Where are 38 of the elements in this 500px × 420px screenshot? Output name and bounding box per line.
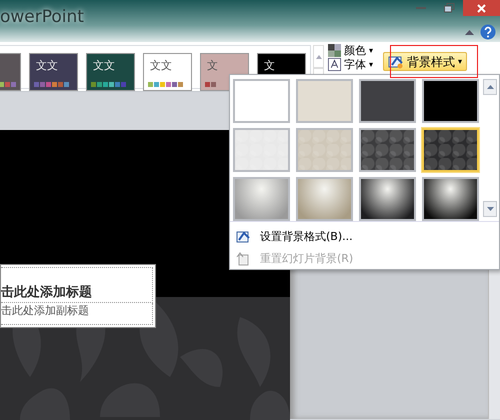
theme-sample-text: 文文 — [149, 58, 173, 71]
theme-sample-text: 文文 — [35, 58, 59, 71]
colors-button[interactable]: 颜色 ▾ — [328, 44, 374, 57]
scroll-up-icon — [316, 54, 322, 58]
background-style-option[interactable] — [422, 79, 479, 123]
title-placeholder-text: 击此处添加标题 — [1, 284, 92, 302]
color-grid-icon — [328, 44, 341, 57]
scroll-up-icon — [486, 85, 494, 89]
background-styles-button[interactable]: 背景样式 ▾ — [383, 52, 468, 71]
font-sample-icon — [328, 58, 341, 71]
title-placeholder[interactable]: 击此处添加标题 击此处添加副标题 — [0, 264, 156, 328]
reset-icon — [236, 252, 250, 266]
scroll-down-icon — [486, 207, 494, 211]
help-icon[interactable] — [480, 24, 496, 40]
theme-sample-text: 文 — [206, 58, 219, 71]
theme-sample-text: 文文 — [92, 58, 116, 71]
background-style-option[interactable] — [359, 177, 416, 221]
gallery-up-button[interactable] — [313, 45, 324, 68]
format-background-icon — [236, 230, 250, 244]
menu-item[interactable]: 设置背景格式(B)... — [230, 226, 499, 248]
background-style-option[interactable] — [422, 177, 479, 221]
minimize-icon — [416, 6, 426, 10]
theme-thumbnail[interactable]: 文文 — [143, 53, 192, 91]
background-style-option[interactable] — [359, 128, 416, 172]
collapse-ribbon-icon[interactable] — [465, 29, 474, 35]
fonts-button[interactable]: 字体 ▾ — [328, 58, 374, 71]
background-style-option[interactable] — [422, 128, 479, 172]
window-title: owerPoint — [0, 6, 84, 29]
background-styles-icon — [388, 54, 404, 68]
theme-sample-text: 文 — [263, 58, 276, 71]
menu-scroll-up-button[interactable] — [483, 79, 497, 95]
subtitle-placeholder-text: 击此处添加副标题 — [1, 304, 89, 317]
theme-thumbnail[interactable]: 文文 — [86, 53, 135, 91]
theme-thumbnail[interactable]: 文文 — [29, 53, 78, 91]
close-button[interactable] — [463, 0, 500, 16]
close-icon — [477, 4, 486, 12]
menu-scroll-down-button[interactable] — [483, 201, 497, 217]
restore-icon — [444, 3, 454, 13]
